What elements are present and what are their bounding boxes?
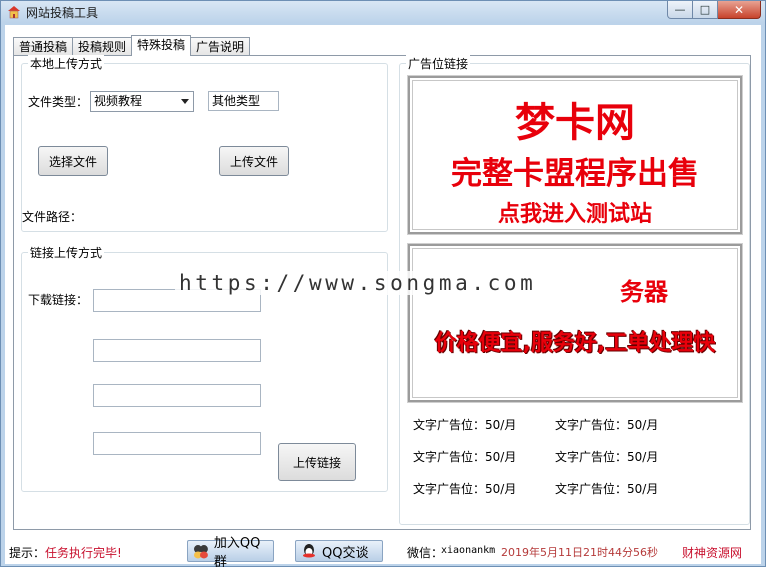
join-qq-group-button[interactable]: 加入QQ群 <box>187 536 274 567</box>
other-type-value: 其他类型 <box>212 94 261 108</box>
text-ad-3[interactable]: 文字广告位：50/月 <box>413 448 516 465</box>
window-title: 网站投稿工具 <box>26 6 99 20</box>
maximize-button[interactable]: □ <box>693 1 718 19</box>
tab-normal-submit[interactable]: 普通投稿 <box>13 37 74 56</box>
download-link-input-2[interactable] <box>93 339 261 362</box>
download-link-label: 下载链接： <box>28 293 89 307</box>
chevron-down-icon <box>181 99 189 104</box>
download-link-input-4[interactable] <box>93 432 261 455</box>
tab-submit-rules[interactable]: 投稿规则 <box>72 37 133 56</box>
title-bar[interactable]: 网站投稿工具 — □ ✕ <box>1 1 765 23</box>
text-ad-4[interactable]: 文字广告位：50/月 <box>555 448 658 465</box>
qq-penguin-icon <box>303 544 315 558</box>
ad1-line1: 梦卡网 <box>515 100 635 146</box>
group-label-local-upload: 本地上传方式 <box>28 55 105 72</box>
other-type-input[interactable]: 其他类型 <box>208 91 279 111</box>
upload-file-button[interactable]: 上传文件 <box>219 146 289 176</box>
hint-text: 任务执行完毕! <box>45 546 122 560</box>
text-ad-2[interactable]: 文字广告位：50/月 <box>555 416 658 433</box>
text-ad-1[interactable]: 文字广告位：50/月 <box>413 416 516 433</box>
ad2-line1-tail: 务器 <box>620 278 668 306</box>
status-datetime: 2019年5月11日21时44分56秒 <box>501 546 658 559</box>
file-type-select[interactable]: 视频教程 <box>90 91 194 112</box>
upload-link-button[interactable]: 上传链接 <box>278 443 356 481</box>
text-ad-5[interactable]: 文字广告位：50/月 <box>413 480 516 497</box>
tab-strip: 普通投稿 投稿规则 特殊投稿 广告说明 <box>13 35 251 56</box>
hint-label: 提示： <box>9 546 46 560</box>
close-button[interactable]: ✕ <box>718 1 761 19</box>
ad-banner-2[interactable]: 务器 价格便宜,服务好,工单处理快 <box>407 243 743 403</box>
join-qq-group-label: 加入QQ群 <box>213 536 261 567</box>
minimize-button[interactable]: — <box>667 1 693 19</box>
qq-chat-button[interactable]: QQ交谈 <box>295 540 383 562</box>
file-type-label: 文件类型： <box>28 95 89 109</box>
app-icon <box>8 6 20 19</box>
qq-group-icon <box>193 545 208 559</box>
choose-file-button[interactable]: 选择文件 <box>38 146 108 176</box>
ad-banner-1[interactable]: 梦卡网 完整卡盟程序出售 点我进入测试站 <box>407 75 743 235</box>
app-window: 网站投稿工具 — □ ✕ 普通投稿 投稿规则 特殊投稿 广告说明 本地上传方式 … <box>0 0 766 567</box>
maximize-icon: □ <box>699 3 711 16</box>
close-icon: ✕ <box>733 2 745 17</box>
ad1-line2: 完整卡盟程序出售 <box>451 156 699 192</box>
group-label-ads: 广告位链接 <box>406 55 471 72</box>
ad2-line2: 价格便宜,服务好,工单处理快 <box>434 331 716 356</box>
group-label-link-upload: 链接上传方式 <box>28 244 105 261</box>
file-type-value: 视频教程 <box>94 94 143 108</box>
site-name[interactable]: 财神资源网 <box>682 544 742 561</box>
file-path-label: 文件路径： <box>22 210 83 224</box>
qq-chat-label: QQ交谈 <box>322 545 369 561</box>
text-ad-6[interactable]: 文字广告位：50/月 <box>555 480 658 497</box>
wechat-label: 微信： <box>407 546 444 560</box>
status-bar: 提示： 任务执行完毕! 加入QQ群 QQ交谈 微信： xiaonankm 201… <box>5 536 761 567</box>
tab-special-submit[interactable]: 特殊投稿 <box>131 35 192 56</box>
tab-ad-info[interactable]: 广告说明 <box>190 37 251 56</box>
local-upload-group: 本地上传方式 文件类型： 视频教程 其他类型 选择文件 上传文件 文件路径： <box>21 55 388 232</box>
watermark-text: https://www.songma.com <box>175 271 541 295</box>
download-link-input-3[interactable] <box>93 384 261 407</box>
ad1-line3: 点我进入测试站 <box>497 202 652 227</box>
minimize-icon: — <box>674 3 686 16</box>
wechat-id: xiaonankm <box>441 545 496 556</box>
